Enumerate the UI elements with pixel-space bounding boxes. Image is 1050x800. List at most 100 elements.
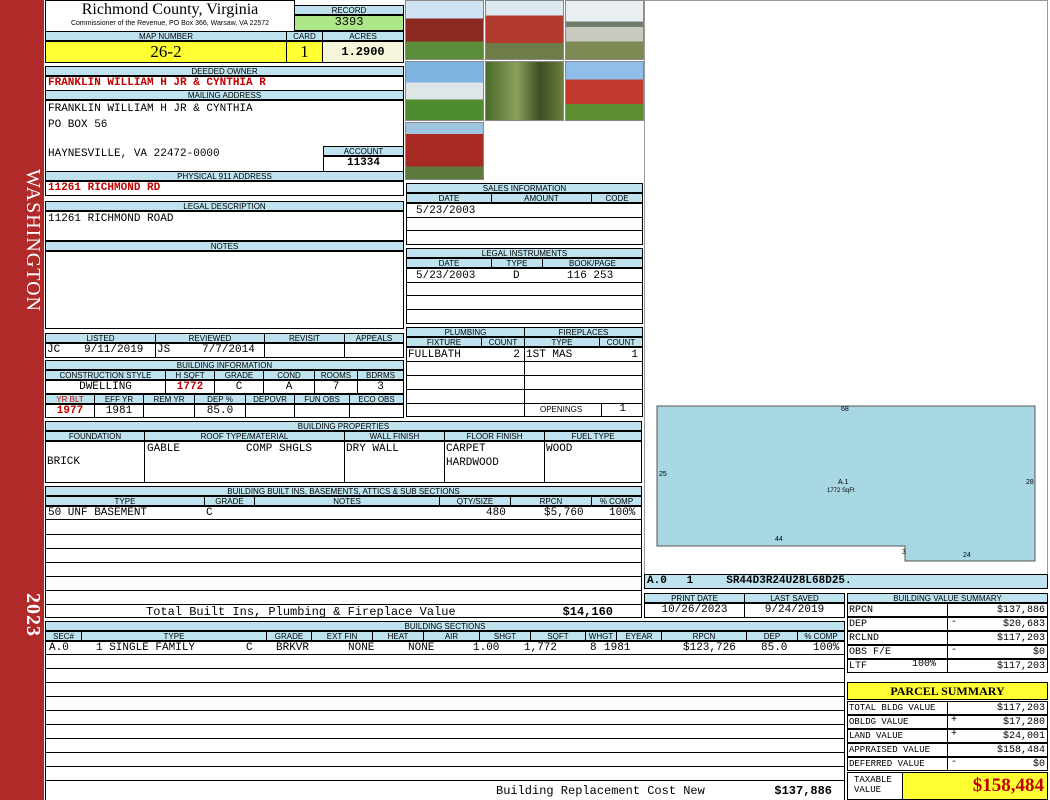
commissioner-address: Commissioner of the Revenue, PO Box 366,…: [70, 20, 270, 27]
bi-col-depovr: DEPOVR: [245, 394, 295, 404]
plumbing-header: PLUMBING: [406, 327, 525, 337]
reviewed-header: REVIEWED: [155, 333, 265, 343]
sec-row-type: 1 SINGLE FAMILY: [96, 642, 196, 654]
fireplace-type: 1ST MAS: [526, 349, 573, 361]
builtins-col-rpcn: RPCN: [510, 496, 592, 506]
deeded-owner: FRANKLIN WILLIAM H JR & CYNTHIA R: [45, 76, 404, 91]
mailing-line-3: HAYNESVILLE, VA 22472-0000: [48, 148, 220, 160]
prop-roof-cell: GABLE COMP SHGLS: [144, 441, 345, 483]
account-header: ACCOUNT: [323, 146, 404, 156]
sketch-dim-right: 28: [1026, 479, 1034, 486]
vs-value-dep: $20,683: [947, 617, 1048, 631]
ps-value-appraised: $158,484: [947, 743, 1048, 757]
acres-header: ACRES: [322, 31, 404, 41]
record-header: RECORD: [294, 5, 404, 15]
bi-bdrms: 3: [357, 380, 404, 394]
builtins-col-qty: QTY/SIZE: [439, 496, 511, 506]
ps-value-obldg: $17,280: [947, 715, 1048, 729]
sec-col-sec: SEC#: [45, 631, 82, 641]
prop-floor-1: CARPET: [446, 443, 486, 455]
sec-col-rpcn: RPCN: [661, 631, 747, 641]
plumbing-table: FULLBATH 2: [406, 347, 525, 417]
sec-row-whgt: 8: [590, 642, 597, 654]
sec-row-sec: A.0: [49, 642, 69, 654]
bi-col-bdrms: BDRMS: [357, 370, 404, 380]
prop-col-floor: FLOOR FINISH: [444, 431, 545, 441]
sec-row-grade: C: [246, 642, 253, 654]
map-number-header: MAP NUMBER: [45, 31, 287, 41]
ps-label-deferred: DEFERRED VALUE: [847, 757, 948, 771]
bi-col-funobs: FUN OBS: [294, 394, 350, 404]
legal-row-type: D: [513, 270, 520, 282]
bi-col-dep: DEP %: [194, 394, 246, 404]
legal-instruments-table: 5/23/2003 D 116 253: [406, 268, 643, 324]
ps-sign-land: +: [951, 729, 958, 740]
listed-date: 9/11/2019: [84, 344, 144, 356]
account-number: 11334: [323, 156, 404, 172]
bi-ecoobs: [349, 404, 404, 418]
vs-value-ltf: $117,203: [947, 659, 1048, 673]
plumbing-count: 2: [513, 349, 520, 361]
builtins-grade: C: [206, 507, 213, 519]
sales-col-amount: AMOUNT: [491, 193, 592, 203]
print-date-header: PRINT DATE: [644, 593, 745, 603]
legal-description: 11261 RICHMOND ROAD: [45, 211, 404, 241]
sales-col-code: CODE: [591, 193, 643, 203]
bi-yrblt: 1977: [45, 404, 95, 418]
sections-header: BUILDING SECTIONS: [45, 621, 845, 631]
prop-floor-cell: CARPET HARDWOOD: [444, 441, 545, 483]
property-photo-4: [405, 61, 484, 121]
builtins-total-label: Total Built Ins, Plumbing & Fireplace Va…: [146, 605, 456, 619]
bi-remyr: [143, 404, 195, 418]
sec-col-ext: EXT FIN: [311, 631, 373, 641]
taxable-value: $158,484: [902, 772, 1048, 800]
mailing-line-1: FRANKLIN WILLIAM H JR & CYNTHIA: [48, 103, 253, 115]
prop-fuel-cell: WOOD: [544, 441, 642, 483]
sec-row-ext: BRKVR: [276, 642, 310, 654]
property-photo-3: [565, 0, 644, 60]
appeals-cell: [344, 343, 404, 358]
sketch-dim-bottom-1: 44: [775, 536, 783, 543]
sales-row-date: 5/23/2003: [416, 205, 476, 217]
openings-value: 1: [619, 403, 626, 415]
fireplaces-col-count: COUNT: [599, 337, 643, 347]
bi-grade: C: [214, 380, 264, 394]
prop-floor-2: HARDWOOD: [446, 457, 499, 469]
county-name: Richmond County, Virginia: [81, 1, 259, 18]
ps-label-appraised: APPRAISED VALUE: [847, 743, 948, 757]
sec-col-dep: DEP: [746, 631, 798, 641]
bi-col-grade: GRADE: [214, 370, 264, 380]
builtins-col-comp: % COMP: [591, 496, 642, 506]
county-header: Richmond County, Virginia Commissioner o…: [45, 0, 295, 32]
bi-col-cond: COND: [263, 370, 315, 380]
sec-row-sqft: 1,772: [524, 642, 558, 654]
bi-col-rooms: ROOMS: [314, 370, 358, 380]
deeded-owner-header: DEEDED OWNER: [45, 66, 404, 76]
legal-row-date: 5/23/2003: [416, 270, 476, 282]
card-number: 1: [286, 41, 323, 63]
prop-col-fuel: FUEL TYPE: [544, 431, 642, 441]
revisit-header: REVISIT: [264, 333, 345, 343]
legal-description-header: LEGAL DESCRIPTION: [45, 201, 404, 211]
prop-wall-cell: DRY WALL: [344, 441, 445, 483]
vs-value-rclnd: $117,203: [947, 631, 1048, 645]
taxable-label-box: TAXABLE VALUE: [847, 772, 903, 800]
vs-value-rpcn: $137,886: [947, 603, 1048, 617]
district-sidebar: WASHINGTON 2023: [0, 0, 44, 800]
map-number: 26-2: [45, 41, 287, 63]
vs-sign-dep: -: [951, 617, 958, 628]
property-photo-2: [485, 0, 564, 60]
notes-header: NOTES: [45, 241, 404, 251]
record-number: 3393: [294, 15, 404, 31]
sales-col-date: DATE: [406, 193, 492, 203]
ps-value-land: $24,001: [947, 729, 1048, 743]
prop-col-roof: ROOF TYPE/MATERIAL: [144, 431, 345, 441]
listed-by: JC: [47, 344, 61, 356]
ps-sign-obldg: +: [951, 715, 958, 726]
ps-sign-deferred: -: [951, 757, 958, 768]
parcel-summary-title: PARCEL SUMMARY: [847, 682, 1048, 700]
property-photo-7: [405, 122, 484, 180]
sketch-area-sqft: 1772 SqFt: [827, 488, 855, 494]
appeals-header: APPEALS: [344, 333, 404, 343]
builtins-col-type: TYPE: [45, 496, 205, 506]
